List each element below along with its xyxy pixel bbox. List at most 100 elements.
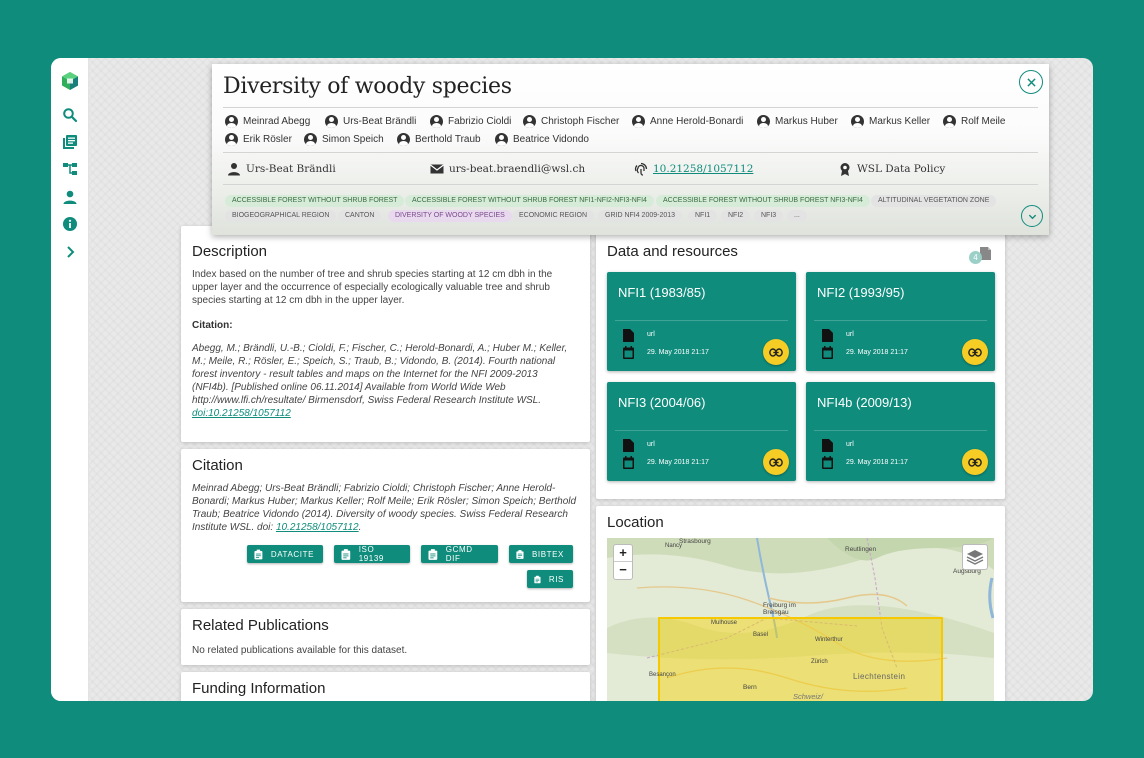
sidebar xyxy=(51,58,89,701)
file-icon xyxy=(623,439,634,452)
resource-date: 29. May 2018 21:17 xyxy=(846,349,908,356)
zoom-out-button[interactable]: − xyxy=(614,562,632,579)
contact-name: Urs-Beat Brändli xyxy=(246,163,336,175)
calendar-icon xyxy=(822,456,833,469)
citation-text: Meinrad Abegg; Urs-Beat Brändli; Fabrizi… xyxy=(192,482,578,534)
tag[interactable]: ACCESSIBLE FOREST WITHOUT SHRUB FOREST N… xyxy=(656,195,870,207)
description-text: Index based on the number of tree and sh… xyxy=(192,269,553,306)
author-chip[interactable]: Meinrad Abegg xyxy=(225,115,310,128)
tag[interactable]: ACCESSIBLE FOREST WITHOUT SHRUB FOREST xyxy=(225,195,405,207)
iso-19139-button[interactable]: ISO 19139 xyxy=(334,545,410,563)
gcmd-dif-label: GCMD DIF xyxy=(445,545,473,563)
data-policy[interactable]: WSL Data Policy xyxy=(838,162,945,176)
layers-button[interactable] xyxy=(962,544,988,570)
author-chip[interactable]: Anne Herold-Bonardi xyxy=(632,115,743,128)
author-chip[interactable]: Erik Rösler xyxy=(225,133,292,146)
info-icon[interactable] xyxy=(59,213,81,235)
mail-icon xyxy=(430,164,444,174)
author-name: Christoph Fischer xyxy=(541,116,620,127)
description-doi-link[interactable]: doi:10.21258/1057112 xyxy=(192,408,291,419)
ris-button[interactable]: RIS xyxy=(527,570,573,588)
file-icon xyxy=(822,439,833,452)
layers-icon xyxy=(966,550,984,565)
author-chip[interactable]: Christoph Fischer xyxy=(523,115,619,128)
open-link-button[interactable] xyxy=(763,449,789,475)
calendar-icon xyxy=(623,456,634,469)
citation-doi-link[interactable]: 10.21258/1057112 xyxy=(276,522,359,533)
dataset-title: Diversity of woody species xyxy=(223,74,512,99)
award-icon xyxy=(840,163,850,176)
tag[interactable]: ALTITUDINAL VEGETATION ZONE xyxy=(871,195,997,207)
hierarchy-icon[interactable] xyxy=(59,158,81,180)
account-icon xyxy=(495,133,508,146)
doi-text[interactable]: 10.21258/1057112 xyxy=(653,163,753,175)
link-icon xyxy=(968,457,982,467)
account-icon xyxy=(523,115,536,128)
search-icon[interactable] xyxy=(59,104,81,126)
tag[interactable]: DIVERSITY OF WOODY SPECIES xyxy=(388,210,512,222)
funding-heading: Funding Information xyxy=(192,680,326,697)
account-icon xyxy=(304,133,317,146)
close-icon xyxy=(1026,77,1036,87)
citation-body: Meinrad Abegg; Urs-Beat Brändli; Fabrizi… xyxy=(192,483,577,533)
tag[interactable]: BIOGEOGRAPHICAL REGION xyxy=(225,210,337,222)
author-chip[interactable]: Markus Huber xyxy=(757,115,838,128)
map-label: Basel xyxy=(753,632,769,638)
author-chip[interactable]: Beatrice Vidondo xyxy=(495,133,589,146)
tag[interactable]: CANTON xyxy=(338,210,382,222)
open-link-button[interactable] xyxy=(962,449,988,475)
tag[interactable]: ... xyxy=(787,210,807,222)
location-map[interactable]: Strasbourg Nancy Reutlingen Augsburg Fre… xyxy=(607,538,994,701)
link-icon xyxy=(769,347,783,357)
related-publications-card: Related Publications No related publicat… xyxy=(181,609,590,665)
author-chip[interactable]: Rolf Meile xyxy=(943,115,1005,128)
close-button[interactable] xyxy=(1019,70,1043,94)
open-link-button[interactable] xyxy=(962,339,988,365)
resource-tile[interactable]: NFI2 (1993/95) url 29. May 2018 21:17 xyxy=(806,272,995,371)
tag[interactable]: NFI1 xyxy=(688,210,718,222)
author-name: Simon Speich xyxy=(322,134,384,145)
map-label: Mulhouse xyxy=(711,620,738,626)
policy-text: WSL Data Policy xyxy=(857,163,946,175)
expand-sidebar-icon[interactable] xyxy=(59,241,81,263)
account-icon xyxy=(325,115,338,128)
resource-count-icon: 4 xyxy=(969,245,993,265)
resource-tile[interactable]: NFI4b (2009/13) url 29. May 2018 21:17 xyxy=(806,382,995,481)
author-name: Fabrizio Cioldi xyxy=(448,116,512,127)
app-window: Description Index based on the number of… xyxy=(51,58,1093,701)
zoom-controls: + − xyxy=(613,544,633,580)
resource-type: url xyxy=(846,441,854,448)
contact-email[interactable]: urs-beat.braendli@wsl.ch xyxy=(430,162,585,176)
bibtex-button[interactable]: BIBTEX xyxy=(509,545,573,563)
tag[interactable]: GRID NFI4 2009-2013 xyxy=(598,210,683,222)
tag[interactable]: NFI3 xyxy=(754,210,784,222)
related-publications-text: No related publications available for th… xyxy=(192,645,408,656)
map-label: Liechtenstein xyxy=(853,672,906,681)
resource-title: NFI3 (2004/06) xyxy=(618,395,706,410)
tag[interactable]: ECONOMIC REGION xyxy=(512,210,595,222)
author-chip[interactable]: Urs-Beat Brändli xyxy=(325,115,416,128)
open-link-button[interactable] xyxy=(763,339,789,365)
resource-tile[interactable]: NFI1 (1983/85) url 29. May 2018 21:17 xyxy=(607,272,796,371)
library-icon[interactable] xyxy=(59,131,81,153)
clipboard-icon xyxy=(254,549,263,559)
app-logo-icon[interactable] xyxy=(59,70,81,92)
datacite-button[interactable]: DATACITE xyxy=(247,545,323,563)
zoom-in-button[interactable]: + xyxy=(614,545,632,562)
author-chip[interactable]: Berthold Traub xyxy=(397,133,481,146)
resource-tile[interactable]: NFI3 (2004/06) url 29. May 2018 21:17 xyxy=(607,382,796,481)
description-heading: Description xyxy=(192,243,268,260)
user-icon[interactable] xyxy=(59,186,81,208)
expand-header-button[interactable] xyxy=(1021,205,1043,227)
author-chip[interactable]: Markus Keller xyxy=(851,115,930,128)
link-icon xyxy=(968,347,982,357)
gcmd-dif-button[interactable]: GCMD DIF xyxy=(421,545,498,563)
resource-date: 29. May 2018 21:17 xyxy=(647,459,709,466)
author-chip[interactable]: Fabrizio Cioldi xyxy=(430,115,511,128)
tag[interactable]: NFI2 xyxy=(721,210,751,222)
author-chip[interactable]: Simon Speich xyxy=(304,133,384,146)
iso-19139-label: ISO 19139 xyxy=(358,545,384,563)
tag[interactable]: ACCESSIBLE FOREST WITHOUT SHRUB FOREST N… xyxy=(405,195,654,207)
doi-link[interactable]: 10.21258/1057112 xyxy=(634,162,753,176)
description-citation-text: Abegg, M.; Brändli, U.-B.; Cioldi, F.; F… xyxy=(192,343,568,406)
